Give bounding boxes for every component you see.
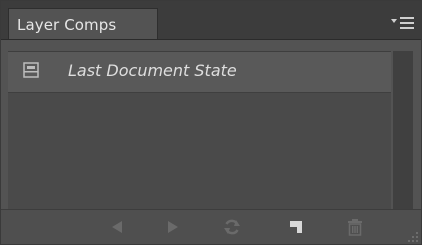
refresh-icon: [224, 219, 240, 235]
new-comp-button[interactable]: [284, 216, 308, 238]
layer-comps-list: Last Document State: [8, 51, 391, 210]
tab-label: Layer Comps: [17, 16, 117, 34]
document-state-icon: [23, 62, 39, 78]
trash-icon: [348, 219, 362, 236]
tab-layer-comps[interactable]: Layer Comps: [8, 8, 158, 39]
comp-label: Last Document State: [68, 61, 237, 80]
delete-comp-button[interactable]: [343, 216, 367, 238]
next-comp-button[interactable]: [161, 216, 185, 238]
previous-comp-button[interactable]: [105, 216, 129, 238]
new-item-icon: [290, 221, 302, 233]
update-comp-button[interactable]: [220, 216, 244, 238]
list-item[interactable]: Last Document State: [8, 52, 391, 93]
triangle-right-icon: [168, 221, 178, 233]
panel-tab-bar: Layer Comps: [1, 1, 421, 40]
scrollbar[interactable]: [393, 51, 413, 209]
layer-comps-panel: Layer Comps Last Document State: [0, 0, 422, 245]
panel-menu-icon[interactable]: [391, 15, 415, 29]
resize-grip-icon[interactable]: [405, 228, 419, 242]
panel-toolbar: [1, 209, 421, 244]
triangle-left-icon: [112, 221, 122, 233]
